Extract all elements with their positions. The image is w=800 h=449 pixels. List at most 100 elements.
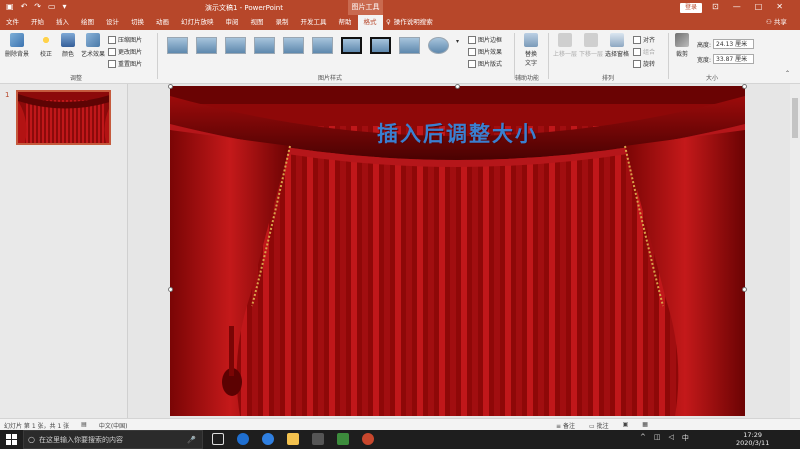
ribbon-tab[interactable]: 开始 bbox=[25, 15, 50, 30]
artistic-effects-button[interactable]: 艺术效果 bbox=[80, 33, 106, 58]
file-explorer-icon[interactable] bbox=[287, 433, 299, 445]
redo-icon[interactable]: ↷ bbox=[34, 2, 41, 11]
group-button[interactable]: 组合 bbox=[633, 47, 655, 56]
group-icon bbox=[633, 47, 641, 56]
taskbar-search-box[interactable]: ○ 在这里输入你要搜索的内容 🎤 bbox=[23, 430, 203, 449]
picture-style-thumb[interactable] bbox=[370, 37, 391, 54]
ribbon-tab[interactable]: 录制 bbox=[270, 15, 295, 30]
picture-style-thumb[interactable] bbox=[167, 37, 188, 54]
picture-style-thumb[interactable] bbox=[254, 37, 275, 54]
ribbon-tab[interactable]: 插入 bbox=[50, 15, 75, 30]
picture-style-thumb[interactable] bbox=[399, 37, 420, 54]
ribbon-display-icon[interactable]: ⊡ bbox=[712, 2, 719, 11]
rotate-button[interactable]: 旋转 bbox=[633, 59, 655, 68]
powerpoint-icon[interactable] bbox=[362, 433, 374, 445]
scrollbar-thumb[interactable] bbox=[792, 98, 798, 138]
input-method[interactable]: 中 bbox=[682, 433, 689, 443]
picture-styles-gallery bbox=[163, 35, 456, 67]
present-icon[interactable]: ▭ bbox=[48, 2, 56, 11]
slide-picture[interactable]: 插入后调整大小 bbox=[170, 86, 745, 416]
compress-pictures-button[interactable]: 压缩图片 bbox=[108, 35, 142, 44]
resize-handle[interactable] bbox=[742, 84, 747, 89]
spellcheck-icon[interactable]: ▤ bbox=[81, 421, 87, 430]
slide-info: 幻灯片 第 1 张，共 1 张 bbox=[4, 423, 70, 430]
resize-handle[interactable] bbox=[742, 287, 747, 292]
ie-icon[interactable] bbox=[262, 433, 274, 445]
width-input[interactable]: 33.87 厘米 bbox=[713, 54, 755, 64]
ribbon-tab[interactable]: 视图 bbox=[245, 15, 270, 30]
gallery-more-icon[interactable]: ▾ bbox=[456, 38, 459, 45]
taskbar-clock[interactable]: 17:29 2020/3/11 bbox=[736, 431, 769, 447]
ribbon-tab[interactable]: 幻灯片放映 bbox=[175, 15, 220, 30]
color-button[interactable]: 颜色 bbox=[58, 33, 78, 58]
remove-background-button[interactable]: 删除背景 bbox=[3, 33, 31, 58]
vertical-scrollbar[interactable] bbox=[790, 84, 800, 418]
system-tray: ^ ◫ ◁ 中 bbox=[640, 433, 689, 443]
collapse-ribbon-icon[interactable]: ⌃ bbox=[785, 70, 790, 77]
picture-style-thumb[interactable] bbox=[225, 37, 246, 54]
picture-border-button[interactable]: 图片边框 bbox=[468, 35, 502, 44]
selection-pane-button[interactable]: 选择窗格 bbox=[604, 33, 630, 58]
volume-icon[interactable]: ◁ bbox=[669, 433, 674, 443]
ribbon-tab[interactable]: 动画 bbox=[150, 15, 175, 30]
ribbon-tab[interactable]: 开发工具 bbox=[295, 15, 333, 30]
ribbon-tab[interactable]: 绘图 bbox=[75, 15, 100, 30]
undo-icon[interactable]: ↶ bbox=[21, 2, 28, 11]
change-picture-label: 更改图片 bbox=[118, 49, 143, 56]
send-backward-button[interactable]: 下移一层 bbox=[579, 33, 603, 58]
lightbulb-icon: ♀ bbox=[386, 18, 391, 26]
ribbon-tab[interactable]: 帮助 bbox=[333, 15, 358, 30]
media-app-icon[interactable] bbox=[337, 433, 349, 445]
network-icon[interactable]: ◫ bbox=[654, 433, 661, 443]
picture-layout-icon bbox=[468, 59, 476, 68]
picture-style-thumb[interactable] bbox=[428, 37, 449, 54]
ribbon-tab[interactable]: 文件 bbox=[0, 15, 25, 30]
notes-button[interactable]: ≡ 备注 bbox=[556, 421, 575, 430]
tell-me-search[interactable]: ♀ 操作说明搜索 bbox=[386, 15, 433, 30]
normal-view-icon[interactable]: ▣ bbox=[623, 421, 629, 430]
save-icon[interactable]: ▣ bbox=[6, 2, 14, 11]
login-button[interactable]: 登录 bbox=[680, 3, 702, 13]
resize-handle[interactable] bbox=[168, 287, 173, 292]
change-picture-button[interactable]: 更改图片 bbox=[108, 47, 142, 56]
microphone-icon[interactable]: 🎤 bbox=[187, 436, 196, 444]
picture-effects-button[interactable]: 图片效果 bbox=[468, 47, 502, 56]
ribbon-tab[interactable]: 切换 bbox=[125, 15, 150, 30]
slide-title[interactable]: 插入后调整大小 bbox=[170, 118, 745, 148]
restore-button[interactable]: □ bbox=[755, 2, 763, 11]
picture-style-thumb[interactable] bbox=[196, 37, 217, 54]
group-separator bbox=[157, 33, 158, 79]
picture-layout-button[interactable]: 图片版式 bbox=[468, 59, 502, 68]
ribbon-tab[interactable]: 设计 bbox=[100, 15, 125, 30]
reset-picture-button[interactable]: 重置图片 bbox=[108, 59, 142, 68]
edge-icon[interactable] bbox=[237, 433, 249, 445]
comments-button[interactable]: ▭ 批注 bbox=[589, 421, 609, 430]
alt-text-label-2: 文字 bbox=[524, 60, 537, 67]
windows-start-icon[interactable] bbox=[6, 434, 17, 445]
slide-thumbnail[interactable] bbox=[16, 90, 111, 145]
bring-forward-button[interactable]: 上移一层 bbox=[553, 33, 577, 58]
alt-text-button[interactable]: 替换 文字 bbox=[519, 33, 543, 67]
close-button[interactable]: ✕ bbox=[776, 2, 783, 11]
picture-style-thumb[interactable] bbox=[283, 37, 304, 54]
ribbon-tab[interactable]: 审阅 bbox=[220, 15, 245, 30]
resize-handle[interactable] bbox=[168, 84, 173, 89]
slide-number: 1 bbox=[5, 91, 10, 99]
task-view-icon[interactable] bbox=[212, 433, 224, 445]
align-button[interactable]: 对齐 bbox=[633, 35, 655, 44]
slide-sorter-icon[interactable]: ▦ bbox=[642, 421, 648, 430]
resize-handle[interactable] bbox=[455, 84, 460, 89]
picture-style-thumb[interactable] bbox=[312, 37, 333, 54]
height-input[interactable]: 24.13 厘米 bbox=[713, 39, 755, 49]
corrections-button[interactable]: 校正 bbox=[36, 33, 56, 58]
ribbon-tab[interactable]: 格式 bbox=[357, 15, 383, 30]
calculator-icon[interactable] bbox=[312, 433, 324, 445]
customize-qat-icon[interactable]: ▾ bbox=[63, 2, 67, 11]
crop-button[interactable]: 裁剪 bbox=[672, 33, 692, 58]
minimize-button[interactable]: — bbox=[733, 2, 741, 11]
picture-style-thumb[interactable] bbox=[341, 37, 362, 54]
picture-border-label: 图片边框 bbox=[478, 37, 503, 44]
language-status[interactable]: 中文(中国) bbox=[99, 421, 128, 430]
tray-overflow-icon[interactable]: ^ bbox=[640, 433, 646, 443]
share-button[interactable]: ⚇ 共享 bbox=[766, 15, 787, 30]
